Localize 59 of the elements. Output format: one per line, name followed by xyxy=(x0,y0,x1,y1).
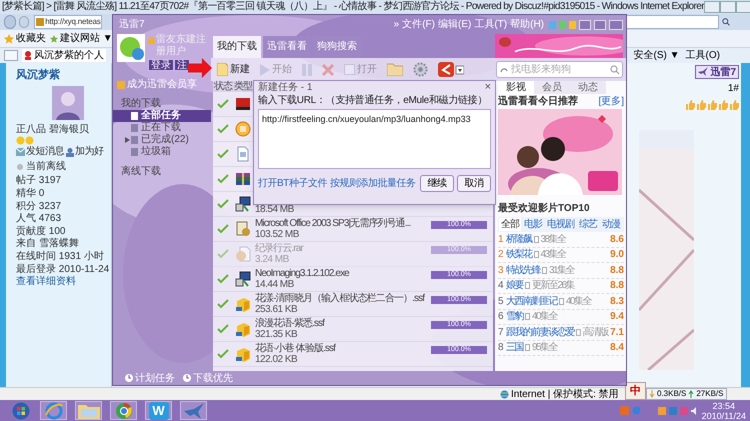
favorites-button[interactable]: 收藏夹 xyxy=(16,31,46,46)
tab-list-button[interactable] xyxy=(4,50,18,61)
profile-stat: 精华 0 xyxy=(16,188,46,201)
profile-stat: 最后登录 2010-11-24 xyxy=(16,264,110,276)
thumbs-up-icon xyxy=(707,100,717,110)
star-icon xyxy=(50,34,58,42)
back-button[interactable] xyxy=(4,15,16,29)
browser-icon[interactable] xyxy=(114,402,132,420)
browser-tab[interactable]: 风沉梦紫的个人 xyxy=(22,49,106,62)
input-method-icon xyxy=(620,406,629,415)
word-app-button[interactable]: W xyxy=(148,402,168,420)
address-field[interactable]: http://xyq.neteas xyxy=(34,15,102,29)
medal-icon xyxy=(16,136,34,146)
user-name: 风沉梦紫 xyxy=(16,69,61,82)
page-icon xyxy=(24,51,32,60)
person-icon xyxy=(66,148,74,157)
add-friend-link[interactable]: 加为好 xyxy=(75,146,104,159)
thumbs-up-icon xyxy=(685,100,695,110)
message-icon xyxy=(16,148,25,157)
profile-stat: 帖子 3197 xyxy=(16,175,62,188)
status-icon xyxy=(16,163,24,172)
ime-indicator[interactable]: 中 xyxy=(625,382,646,400)
avatar xyxy=(52,86,84,120)
forward-button[interactable] xyxy=(18,16,30,28)
thumbs-up-icon xyxy=(718,100,728,110)
profile-stat: 贡献度 100 xyxy=(16,226,66,238)
window-title: [梦紫长篇] > [雷舞 风流尘殇] 11.21至47页702#『第一百零三回 镇天魂（八）上』 - 心情故事 - 梦幻西游官方论坛 - Powered by Discuz!#pid3195015 - Windows Internet Explorer xyxy=(1,1,704,13)
download-arrow-icon xyxy=(649,390,655,398)
profile-stat: 人气 4763 xyxy=(16,213,62,226)
details-link[interactable]: 查看详细资料 xyxy=(16,276,111,289)
suggested-sites-button[interactable]: 建议网站 ▼ xyxy=(60,31,113,46)
start-button[interactable] xyxy=(12,402,30,420)
send-message-link[interactable]: 发短消息 xyxy=(26,146,64,159)
upload-arrow-icon xyxy=(688,390,694,398)
site-icon xyxy=(36,18,44,26)
thumbs-up-icon xyxy=(696,100,706,110)
presence-status: 当前离线 xyxy=(26,160,66,174)
profile-stat: 积分 3237 xyxy=(16,200,62,213)
user-rank: 正八品 碧海银贝 xyxy=(16,124,90,136)
security-zone: Internet | 保护模式: 禁用 xyxy=(511,388,619,402)
globe-icon xyxy=(500,390,509,398)
browser-icon[interactable] xyxy=(44,402,64,420)
bird-icon xyxy=(698,67,708,77)
profile-stat: 在线时间 1931 小时 xyxy=(16,250,105,264)
star-icon xyxy=(4,34,14,44)
clock-time: 23:54 xyxy=(712,400,736,410)
command-menu[interactable]: 工具(O) xyxy=(686,48,720,63)
download-badge[interactable]: 迅雷7 xyxy=(695,65,739,79)
thumbs-up-icon xyxy=(729,100,739,110)
profile-stat: 来自 雪落蝶舞 xyxy=(16,238,80,250)
folder-icon[interactable] xyxy=(78,402,100,418)
speed-indicator: 0.3KB/S 27KB/S xyxy=(646,388,726,400)
bird-icon[interactable] xyxy=(182,402,204,420)
command-menu[interactable]: 安全(S) ▼ xyxy=(634,48,680,63)
clock-date: 2010/11/24 xyxy=(702,410,746,420)
help-icon xyxy=(632,406,641,415)
search-icon[interactable] xyxy=(722,17,730,27)
volume-icon xyxy=(690,406,699,414)
post-floor: 1# xyxy=(728,82,739,96)
